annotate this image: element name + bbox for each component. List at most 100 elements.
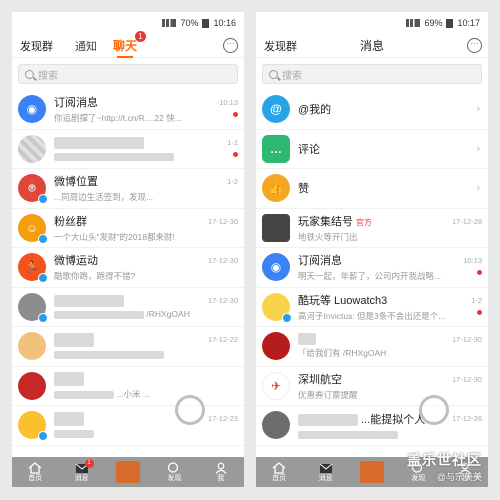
- list-item[interactable]: ◉ 订阅消息 明天一起，年薪了，公司内开我战略... 10:13: [256, 248, 488, 288]
- location-icon: ⌾: [18, 174, 48, 205]
- item-time: 17-12-28: [451, 216, 482, 226]
- compose-button[interactable]: [115, 461, 140, 483]
- tab-chat[interactable]: 聊天 1: [113, 31, 147, 58]
- blurred-name: [54, 371, 84, 386]
- tab-discover[interactable]: 发现: [157, 461, 191, 483]
- verified-badge: [38, 312, 48, 323]
- watermark-author: @与宗美美: [436, 472, 482, 482]
- search-bar[interactable]: 搜索: [18, 64, 238, 84]
- signal-icon: [406, 19, 421, 27]
- list-item[interactable]: 🏃 微博运动 酷歌你跑，跑得不错? 17-12-30: [12, 248, 244, 288]
- list-item[interactable]: 17-12-22: [12, 327, 244, 367]
- blurred-name: [54, 136, 144, 149]
- blurred-name: [54, 333, 94, 348]
- tab-home-label: 首页: [272, 474, 287, 482]
- item-preview: 「给我们有 /RHXgOAH: [298, 348, 387, 359]
- list-item[interactable]: ✈ 深圳航空 优惠券订票提醒 17-12-30: [256, 367, 488, 406]
- tab-messages[interactable]: 消息: [309, 462, 343, 483]
- discover-group-link[interactable]: 发现群: [264, 38, 297, 54]
- battery-icon: [446, 18, 454, 28]
- verified-badge: [38, 233, 48, 244]
- item-name: 玩家集结号: [298, 215, 353, 228]
- status-bar: 70% 10:16: [12, 12, 244, 34]
- comment-icon: …: [262, 134, 290, 163]
- discover-group-link[interactable]: 发现群: [20, 38, 53, 54]
- fan-group-avatar: ☺: [18, 213, 48, 244]
- list-item[interactable]: /RHXgOAH 17-12-30: [12, 288, 244, 327]
- tab-home[interactable]: 首页: [18, 461, 52, 483]
- item-preview: 明天一起，年薪了，公司内开我战略...: [298, 271, 442, 282]
- list-item[interactable]: ⌾ 微博位置 ...同周边生活签到，发现... 1-2: [12, 169, 244, 209]
- tab-compose[interactable]: [111, 461, 145, 483]
- list-item[interactable]: ◉ 订阅消息 你追剧撑了~http://t.cn/R....22 快... 10…: [12, 90, 244, 130]
- search-bar[interactable]: 搜索: [262, 64, 482, 84]
- chat-preview: 你追剧撑了~http://t.cn/R....22 快...: [54, 113, 182, 124]
- unread-badge: 1: [135, 31, 147, 42]
- item-name: 酷玩等 Luowatch3: [298, 294, 388, 307]
- tab-messages-label: 消息: [318, 474, 333, 482]
- avatar: [18, 371, 46, 400]
- tab-chat-label: 聊天: [113, 39, 138, 53]
- chat-time: 17-12-30: [207, 216, 238, 226]
- more-icon[interactable]: ···: [467, 38, 482, 53]
- chat-name: 订阅消息: [54, 97, 98, 110]
- tab-notifications[interactable]: 通知: [75, 38, 97, 54]
- chat-time: 17-12-30: [207, 256, 238, 265]
- avatar: [262, 411, 290, 440]
- watermark: 盖乐世社区 @与宗美美: [407, 450, 482, 483]
- message-list: @ @我的 › … 评论 › 👍 赞 › 玩家集结号 官方 地铁火等开门出 17-…: [256, 90, 488, 446]
- avatar: [18, 411, 48, 442]
- list-item[interactable]: 「给我们有 /RHXgOAH 17-12-30: [256, 327, 488, 367]
- messages-badge: 1: [84, 458, 94, 468]
- compose-button[interactable]: [359, 461, 384, 483]
- tab-compose[interactable]: [355, 461, 389, 483]
- chat-preview: /RHXgOAH: [146, 308, 190, 319]
- chevron-right-icon: ›: [476, 182, 480, 194]
- search-placeholder: 搜索: [38, 70, 58, 82]
- list-item[interactable]: ...小米 ...: [12, 367, 244, 406]
- airline-logo: ✈: [262, 371, 290, 400]
- battery-percent: 69%: [424, 18, 443, 28]
- blurred-preview: [54, 152, 174, 161]
- tab-profile-label: 我: [217, 474, 225, 482]
- chat-time: 17-12-23: [207, 414, 238, 423]
- floating-assist-button[interactable]: [175, 395, 205, 425]
- item-time: 10:13: [463, 256, 482, 265]
- tab-messages[interactable]: 1 消息: [65, 458, 99, 483]
- chat-screen: 70% 10:16 发现群 通知 聊天 1 ··· 搜索 ◉ 订阅消息 你追剧撑…: [12, 12, 244, 487]
- list-item[interactable]: 玩家集结号 官方 地铁火等开门出 17-12-28: [256, 209, 488, 248]
- list-item[interactable]: 17-12-23: [12, 406, 244, 446]
- floating-assist-button[interactable]: [419, 395, 449, 425]
- avatar: [18, 292, 48, 323]
- blurred-name: [298, 333, 316, 346]
- list-item[interactable]: ...能提拟个人... 17-12-26: [256, 406, 488, 446]
- tab-messages-label: 消息: [74, 474, 89, 482]
- more-icon[interactable]: ···: [223, 38, 238, 53]
- avatar: [18, 134, 46, 163]
- item-name: 赞: [298, 183, 309, 196]
- item-name: @我的: [298, 104, 332, 117]
- list-item-mentions[interactable]: @ @我的 ›: [256, 90, 488, 130]
- blurred-preview: [54, 351, 164, 359]
- blurred-name: [54, 294, 124, 307]
- discover-icon: [168, 461, 179, 473]
- chat-time: 17-12-22: [207, 335, 238, 344]
- tab-home[interactable]: 首页: [262, 461, 296, 483]
- chat-time: 1-2: [227, 177, 238, 186]
- list-item[interactable]: 酷玩等 Luowatch3 高河子Invictus: 但是3条不会出还是个...…: [256, 288, 488, 327]
- clock: 10:17: [457, 18, 480, 28]
- list-item-comments[interactable]: … 评论 ›: [256, 130, 488, 169]
- search-icon: [269, 69, 278, 79]
- watermark-title: 盖乐世社区: [407, 452, 482, 468]
- battery-icon: [202, 18, 210, 28]
- unread-dot: [233, 112, 238, 117]
- avatar: [18, 332, 46, 361]
- top-nav: 发现群 消息 ···: [256, 34, 488, 58]
- tab-profile[interactable]: 我: [204, 462, 238, 483]
- list-item-likes[interactable]: 👍 赞 ›: [256, 169, 488, 209]
- list-item[interactable]: 1-2: [12, 130, 244, 169]
- clock: 10:16: [213, 18, 236, 28]
- unread-dot: [477, 270, 482, 275]
- list-item[interactable]: ☺ 粉丝群 一个大山头"发财"的2018都来财! 17-12-30: [12, 209, 244, 248]
- avatar: [262, 292, 292, 323]
